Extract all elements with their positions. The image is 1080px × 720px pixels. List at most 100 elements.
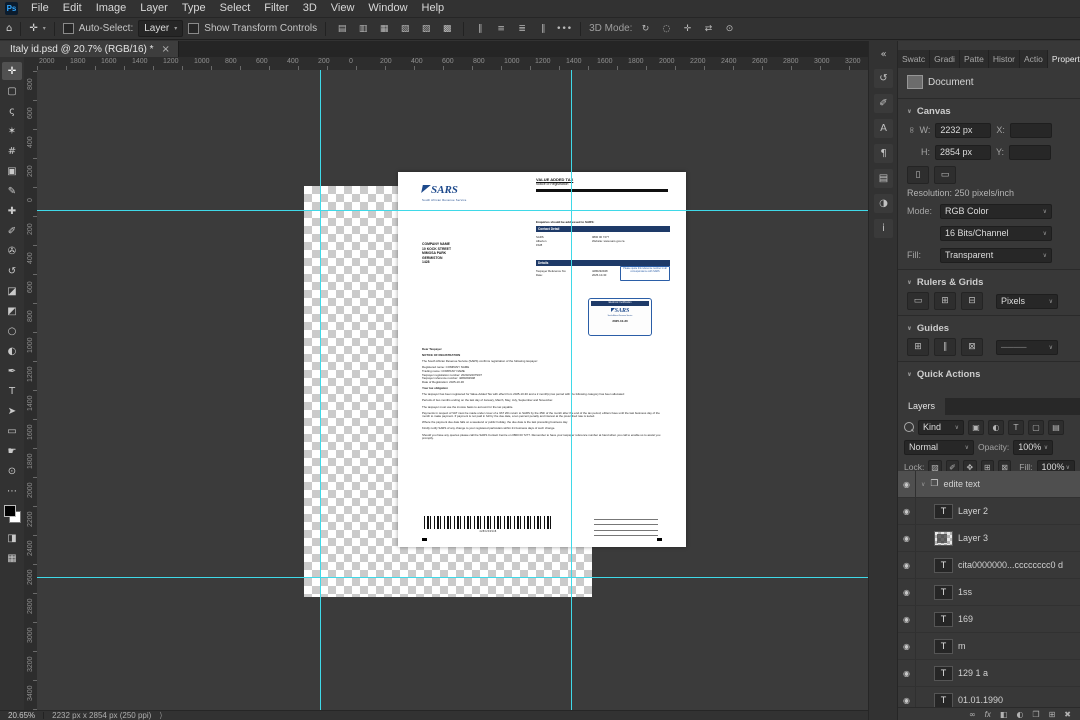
history-brush-tool[interactable]: ↺ bbox=[2, 262, 22, 280]
visibility-eye-icon[interactable]: ◉ bbox=[898, 579, 916, 605]
visibility-eye-icon[interactable]: ◉ bbox=[898, 552, 916, 578]
new-guide-button[interactable]: ⊞ bbox=[907, 338, 929, 356]
move-tool-preset-icon[interactable]: ✛ bbox=[29, 23, 37, 34]
orientation-portrait-button[interactable]: ▯ bbox=[907, 166, 929, 184]
edit-toolbar-icon[interactable]: ⋯ bbox=[2, 482, 22, 500]
dodge-tool[interactable]: ◐ bbox=[2, 342, 22, 360]
3d-pan-icon[interactable]: ✛ bbox=[679, 21, 695, 36]
width-field[interactable]: 2232 px bbox=[935, 122, 992, 138]
filter-shape-layers-icon[interactable]: ▢ bbox=[1028, 419, 1044, 435]
menu-layer[interactable]: Layer bbox=[133, 0, 175, 17]
distribute-vertical-icon[interactable]: ≡ bbox=[493, 21, 509, 36]
layer-name[interactable]: 1ss bbox=[958, 587, 972, 597]
layer-effects-icon[interactable]: fx bbox=[985, 710, 991, 719]
guide-layout-button[interactable]: ∥ bbox=[934, 338, 956, 356]
healing-brush-tool[interactable]: ✚ bbox=[2, 202, 22, 220]
visibility-eye-icon[interactable]: ◉ bbox=[898, 525, 916, 551]
visibility-eye-icon[interactable]: ◉ bbox=[898, 606, 916, 632]
layer-name[interactable]: 169 bbox=[958, 614, 973, 624]
horizontal-guide[interactable] bbox=[37, 577, 868, 578]
tab-gradients[interactable]: Gradi bbox=[930, 50, 960, 68]
adjustments-panel-icon[interactable]: ◑ bbox=[874, 194, 893, 213]
distribute-horizontal-icon[interactable]: ∥ bbox=[472, 21, 488, 36]
opacity-field[interactable]: 100% ∨ bbox=[1013, 439, 1054, 455]
height-field[interactable]: 2854 px bbox=[935, 144, 991, 160]
gradient-tool[interactable]: ◩ bbox=[2, 302, 22, 320]
link-dimensions-icon[interactable]: ∞ bbox=[906, 126, 916, 134]
filter-kind-dropdown[interactable]: Kind ∨ bbox=[918, 419, 964, 435]
zoom-tool[interactable]: ⊙ bbox=[2, 462, 22, 480]
menu-help[interactable]: Help bbox=[415, 0, 452, 17]
canvas-fill-dropdown[interactable]: Transparent ∨ bbox=[940, 247, 1052, 263]
crop-tool[interactable]: # bbox=[2, 142, 22, 160]
menu-edit[interactable]: Edit bbox=[56, 0, 89, 17]
layer-name[interactable]: Layer 2 bbox=[958, 506, 988, 516]
visibility-eye-icon[interactable]: ◉ bbox=[898, 687, 916, 707]
move-tool[interactable]: ✛ bbox=[2, 62, 22, 80]
layer-row[interactable]: ◉ Layer 3 bbox=[898, 525, 1080, 552]
new-group-icon[interactable]: ❐ bbox=[1032, 710, 1039, 719]
add-mask-icon[interactable]: ◧ bbox=[1000, 710, 1008, 719]
group-expand-chevron-icon[interactable]: ∨ bbox=[921, 481, 925, 488]
auto-select-dropdown[interactable]: Layer ▾ bbox=[138, 20, 184, 37]
bit-depth-dropdown[interactable]: 16 Bits/Channel ∨ bbox=[940, 225, 1052, 241]
tab-layers[interactable]: Layers bbox=[898, 398, 946, 415]
layer-row[interactable]: ◉ T m bbox=[898, 633, 1080, 660]
collapse-panels-icon[interactable]: « bbox=[874, 45, 893, 64]
filter-pixel-layers-icon[interactable]: ▣ bbox=[968, 419, 984, 435]
tab-patterns[interactable]: Patte bbox=[959, 50, 989, 68]
3d-zoom-icon[interactable]: ⊙ bbox=[721, 21, 737, 36]
magic-wand-tool[interactable]: ✶ bbox=[2, 122, 22, 140]
y-field[interactable] bbox=[1009, 144, 1052, 160]
auto-select-checkbox[interactable] bbox=[62, 23, 74, 34]
visibility-eye-icon[interactable]: ◉ bbox=[898, 660, 916, 686]
blend-mode-dropdown[interactable]: Normal ∨ bbox=[904, 439, 974, 455]
marquee-tool[interactable]: ▢ bbox=[2, 82, 22, 100]
hand-tool[interactable]: ☛ bbox=[2, 442, 22, 460]
horizontal-guide[interactable] bbox=[37, 210, 868, 211]
color-mode-dropdown[interactable]: RGB Color ∨ bbox=[940, 203, 1052, 219]
distribute-spacing-vertical-icon[interactable]: ∥ bbox=[535, 21, 551, 36]
info-panel-icon[interactable]: i bbox=[874, 219, 893, 238]
distribute-spacing-horizontal-icon[interactable]: ≣ bbox=[514, 21, 530, 36]
align-right-icon[interactable]: ▦ bbox=[376, 21, 392, 36]
sars-document-page[interactable]: SARS South African Revenue Service VALUE… bbox=[398, 172, 686, 547]
filter-smart-objects-icon[interactable]: ▤ bbox=[1048, 419, 1064, 435]
close-tab-icon[interactable]: × bbox=[162, 44, 170, 55]
menu-file[interactable]: File bbox=[24, 0, 56, 17]
eraser-tool[interactable]: ◪ bbox=[2, 282, 22, 300]
menu-3d[interactable]: 3D bbox=[296, 0, 324, 17]
layer-row[interactable]: ◉ T Layer 2 bbox=[898, 498, 1080, 525]
3d-slide-icon[interactable]: ⇄ bbox=[700, 21, 716, 36]
3d-orbit-icon[interactable]: ↻ bbox=[637, 21, 653, 36]
align-left-icon[interactable]: ▤ bbox=[334, 21, 350, 36]
filter-adjustment-layers-icon[interactable]: ◐ bbox=[988, 419, 1004, 435]
paragraph-panel-icon[interactable]: ¶ bbox=[874, 144, 893, 163]
frame-tool[interactable]: ▣ bbox=[2, 162, 22, 180]
3d-roll-icon[interactable]: ◌ bbox=[658, 21, 674, 36]
foreground-color-swatch[interactable] bbox=[4, 505, 16, 517]
vertical-ruler[interactable]: 800 600 400 200 0 200 400 600 800 1000 1200 1400 160… bbox=[24, 70, 38, 710]
align-horizontal-center-icon[interactable]: ▥ bbox=[355, 21, 371, 36]
shape-tool[interactable]: ▭ bbox=[2, 422, 22, 440]
layer-row[interactable]: ◉ T 1ss bbox=[898, 579, 1080, 606]
menu-window[interactable]: Window bbox=[361, 0, 414, 17]
vertical-guide[interactable] bbox=[320, 70, 321, 710]
layer-name[interactable]: 01.01.1990 bbox=[958, 695, 1003, 705]
layer-row[interactable]: ◉ T 129 1 a bbox=[898, 660, 1080, 687]
layer-row[interactable]: ◉ T cita0000000...cccccccc0 d bbox=[898, 552, 1080, 579]
ruler-units-dropdown[interactable]: Pixels ∨ bbox=[996, 293, 1058, 309]
pen-tool[interactable]: ✒ bbox=[2, 362, 22, 380]
orientation-landscape-button[interactable]: ▭ bbox=[934, 166, 956, 184]
brush-settings-panel-icon[interactable]: ✐ bbox=[874, 94, 893, 113]
section-guides[interactable]: ∨ Guides bbox=[898, 320, 1080, 337]
link-layers-icon[interactable]: ∞ bbox=[969, 710, 976, 719]
screen-mode-icon[interactable]: ▦ bbox=[2, 549, 22, 567]
align-top-icon[interactable]: ▧ bbox=[397, 21, 413, 36]
delete-layer-icon[interactable]: ✖ bbox=[1064, 710, 1071, 719]
blur-tool[interactable]: ○ bbox=[2, 322, 22, 340]
ruler-toggle-button[interactable]: ▭ bbox=[907, 292, 929, 310]
adjustment-layer-icon[interactable]: ◐ bbox=[1016, 710, 1023, 719]
layer-name[interactable]: Layer 3 bbox=[958, 533, 988, 543]
tab-properties[interactable]: Properties bbox=[1047, 50, 1080, 68]
